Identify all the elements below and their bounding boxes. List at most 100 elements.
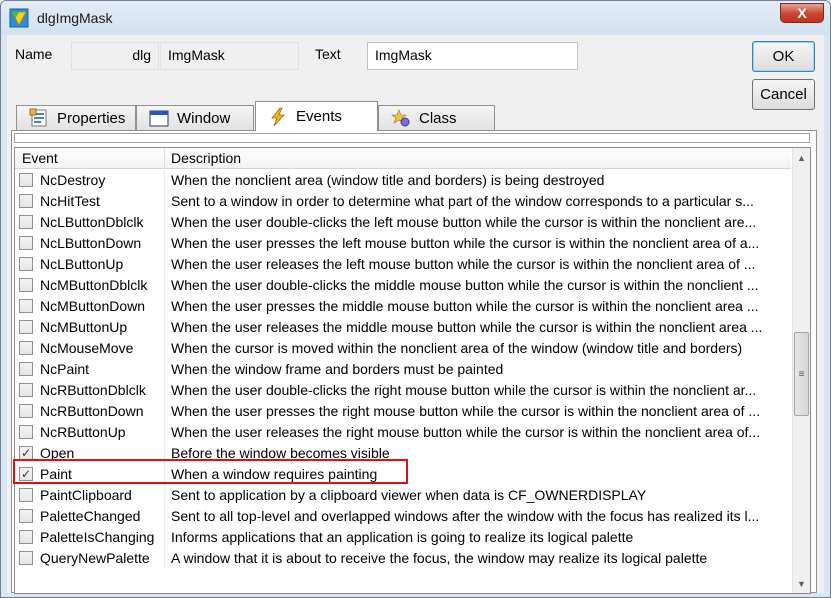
event-description: When the user presses the left mouse but… [171, 235, 760, 251]
event-name: NcDestroy [40, 172, 106, 188]
table-row[interactable]: NcLButtonDown When the user presses the l… [15, 233, 791, 254]
tab-class[interactable]: Class [378, 105, 495, 130]
text-input[interactable]: ImgMask [367, 42, 578, 70]
event-description: When the user releases the left mouse bu… [171, 256, 756, 272]
table-row[interactable]: ✓ Paint When a window requires painting [15, 464, 791, 485]
event-name: Open [40, 445, 75, 461]
event-checkbox[interactable] [19, 341, 33, 355]
cell-divider [164, 296, 165, 317]
app-icon [9, 8, 29, 28]
event-description: When the window frame and borders must b… [171, 361, 504, 377]
event-checkbox[interactable] [19, 215, 33, 229]
text-label: Text [315, 46, 341, 62]
table-row[interactable]: NcRButtonDblclk When the user double-clic… [15, 380, 791, 401]
event-name: NcMButtonDblclk [40, 277, 148, 293]
title-bar[interactable]: dlgImgMask X [1, 1, 830, 35]
class-icon [391, 109, 410, 127]
event-description: A window that it is about to receive the… [171, 550, 708, 566]
table-row[interactable]: NcRButtonUp When the user releases the ri… [15, 422, 791, 443]
event-checkbox[interactable] [19, 551, 33, 565]
events-grid[interactable]: Event Description NcDestroy When the nonc… [14, 147, 811, 594]
tab-window[interactable]: Window [136, 105, 254, 130]
event-name: NcPaint [40, 361, 90, 377]
event-name: Paint [40, 466, 72, 482]
cell-divider [164, 527, 165, 548]
checkmark-icon: ✓ [20, 467, 32, 481]
event-checkbox[interactable] [19, 383, 33, 397]
table-row[interactable]: NcLButtonDblclk When the user double-clic… [15, 212, 791, 233]
tab-label: Class [419, 109, 457, 127]
event-description: Sent to application by a clipboard viewe… [171, 487, 647, 503]
scroll-down-icon[interactable]: ▼ [793, 575, 810, 592]
event-checkbox[interactable] [19, 173, 33, 187]
event-checkbox[interactable] [19, 257, 33, 271]
event-checkbox[interactable] [19, 194, 33, 208]
scroll-thumb[interactable]: ≡ [794, 332, 809, 416]
event-checkbox[interactable] [19, 278, 33, 292]
event-checkbox[interactable] [19, 509, 33, 523]
event-name: NcMButtonUp [40, 319, 128, 335]
scroll-up-icon[interactable]: ▲ [793, 149, 810, 166]
vertical-scrollbar[interactable]: ▲ ≡ ▼ [792, 148, 810, 593]
event-checkbox[interactable]: ✓ [19, 446, 33, 460]
dialog-window: dlgImgMask X Name dlg ImgMask Text ImgMa… [0, 0, 831, 598]
cell-divider [164, 275, 165, 296]
event-description: When the nonclient area (window title an… [171, 172, 605, 188]
column-header-description[interactable]: Description [171, 150, 241, 166]
cell-divider [164, 422, 165, 443]
table-row[interactable]: PaletteIsChanging Informs applications th… [15, 527, 791, 548]
event-description: Informs applications that an application… [171, 529, 634, 545]
name-prefix-field: dlg [71, 42, 159, 70]
table-row[interactable]: NcDestroy When the nonclient area (window… [15, 170, 791, 191]
table-row[interactable]: NcRButtonDown When the user presses the r… [15, 401, 791, 422]
window-icon [149, 110, 169, 127]
name-label: Name [15, 46, 53, 62]
cell-divider [164, 233, 165, 254]
ok-button[interactable]: OK [752, 41, 815, 72]
filter-strip [14, 133, 810, 143]
event-description: Sent to a window in order to determine w… [171, 193, 754, 209]
column-divider[interactable] [164, 148, 165, 169]
event-checkbox[interactable] [19, 362, 33, 376]
event-checkbox[interactable]: ✓ [19, 467, 33, 481]
event-checkbox[interactable] [19, 404, 33, 418]
table-row[interactable]: NcLButtonUp When the user releases the le… [15, 254, 791, 275]
lightning-icon [271, 107, 285, 126]
cancel-button[interactable]: Cancel [752, 79, 815, 110]
event-name: PaletteChanged [40, 508, 141, 524]
event-description: Before the window becomes visible [171, 445, 390, 461]
event-checkbox[interactable] [19, 530, 33, 544]
cell-divider [164, 212, 165, 233]
event-checkbox[interactable] [19, 299, 33, 313]
column-header-event[interactable]: Event [22, 150, 58, 166]
table-row[interactable]: NcPaint When the window frame and borders… [15, 359, 791, 380]
table-row[interactable]: ✓ Open Before the window becomes visible [15, 443, 791, 464]
event-checkbox[interactable] [19, 488, 33, 502]
table-row[interactable]: PaletteChanged Sent to all top-level and … [15, 506, 791, 527]
event-name: QueryNewPalette [40, 550, 150, 566]
table-row[interactable]: NcMButtonUp When the user releases the mi… [15, 317, 791, 338]
event-name: NcRButtonDblclk [40, 382, 146, 398]
event-name: NcHitTest [40, 193, 100, 209]
table-row[interactable]: QueryNewPalette A window that it is about… [15, 548, 791, 569]
table-row[interactable]: PaintClipboard Sent to application by a c… [15, 485, 791, 506]
event-description: When the user double-clicks the right mo… [171, 382, 757, 398]
event-checkbox[interactable] [19, 425, 33, 439]
event-name: PaletteIsChanging [40, 529, 155, 545]
table-row[interactable]: NcMouseMove When the cursor is moved with… [15, 338, 791, 359]
events-tab-panel: Event Description NcDestroy When the nonc… [11, 130, 817, 594]
event-description: When the user double-clicks the middle m… [171, 277, 759, 293]
event-description: When the user releases the middle mouse … [171, 319, 763, 335]
tab-properties[interactable]: Properties [16, 105, 136, 130]
tab-events[interactable]: Events [255, 101, 378, 131]
cell-divider [164, 317, 165, 338]
table-row[interactable]: NcMButtonDblclk When the user double-clic… [15, 275, 791, 296]
event-checkbox[interactable] [19, 236, 33, 250]
table-row[interactable]: NcMButtonDown When the user presses the m… [15, 296, 791, 317]
table-row[interactable]: NcHitTest Sent to a window in order to de… [15, 191, 791, 212]
event-name: NcMButtonDown [40, 298, 146, 314]
event-description: When the user presses the middle mouse b… [171, 298, 759, 314]
event-checkbox[interactable] [19, 320, 33, 334]
name-input[interactable]: ImgMask [160, 42, 299, 70]
close-button[interactable]: X [780, 3, 824, 23]
